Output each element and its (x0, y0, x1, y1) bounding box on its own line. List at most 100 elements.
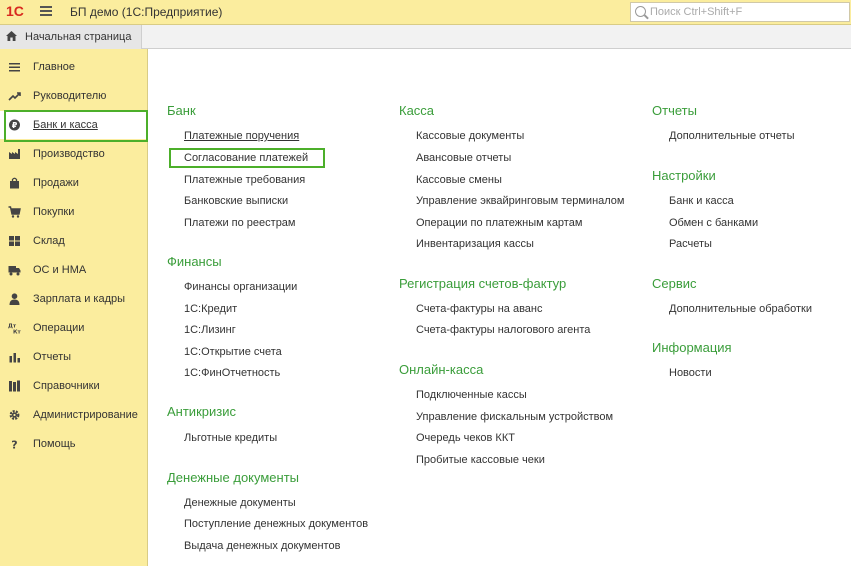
sidebar-item-administration[interactable]: Администрирование (0, 401, 148, 429)
link-bank-exchange[interactable]: Обмен с банками (669, 217, 758, 229)
section-title-cash: Касса (399, 103, 435, 118)
sidebar-item-label: Производство (33, 148, 105, 160)
home-icon (6, 31, 17, 41)
link-cash-docs[interactable]: Кассовые документы (416, 130, 524, 142)
sidebar-item-bank-cash[interactable]: ₽ Банк и касса (0, 111, 148, 139)
question-icon: ? (11, 439, 17, 451)
link-cash-inventory[interactable]: Инвентаризация кассы (416, 238, 534, 250)
search-box[interactable] (630, 2, 850, 22)
link-additional-processing[interactable]: Дополнительные обработки (669, 303, 812, 315)
section-title-settings: Настройки (652, 168, 716, 183)
sidebar-item-help[interactable]: ? Помощь (0, 430, 148, 458)
sidebar-item-label: Справочники (33, 380, 100, 392)
sidebar-item-warehouse[interactable]: Склад (0, 227, 148, 255)
factory-icon (9, 149, 20, 159)
gear-icon (9, 410, 20, 420)
link-acquiring-terminal[interactable]: Управление эквайринговым терминалом (416, 195, 624, 207)
svg-text:Кт: Кт (13, 330, 21, 335)
cart-icon (8, 206, 21, 218)
sidebar-item-label: Отчеты (33, 351, 72, 363)
link-card-operations[interactable]: Операции по платежным картам (416, 217, 582, 229)
link-cash-shifts[interactable]: Кассовые смены (416, 174, 502, 186)
sidebar-item-label: Главное (33, 61, 76, 73)
section-title-service: Сервис (652, 276, 697, 291)
sidebar-item-label: Помощь (33, 438, 76, 450)
bag-icon (10, 177, 19, 189)
link-registry-payments[interactable]: Платежи по реестрам (184, 217, 296, 229)
top-bar: 1С БП демо (1С:Предприятие) (0, 0, 851, 25)
dt-kt-icon: ДтКт (8, 324, 21, 335)
sidebar-item-main[interactable]: Главное (0, 53, 148, 81)
link-preferential-loans[interactable]: Льготные кредиты (184, 432, 277, 444)
person-icon (9, 293, 20, 305)
sidebar-item-label: Банк и касса (33, 119, 98, 131)
ruble-coin-icon: ₽ (9, 119, 20, 131)
truck-icon (8, 266, 21, 276)
svg-text:?: ? (11, 439, 17, 451)
link-org-finance[interactable]: Финансы организации (184, 281, 297, 293)
link-connected-registers[interactable]: Подключенные кассы (416, 389, 527, 401)
link-additional-reports[interactable]: Дополнительные отчеты (669, 130, 794, 142)
sidebar-item-label: ОС и НМА (33, 264, 87, 276)
link-news[interactable]: Новости (669, 367, 712, 379)
sidebar-item-label: Администрирование (33, 409, 138, 421)
link-advance-invoices[interactable]: Счета-фактуры на аванс (416, 303, 543, 315)
sidebar: Главное Руководителю ₽ Банк и касса Прои… (0, 49, 148, 566)
link-1c-leasing[interactable]: 1С:Лизинг (184, 324, 236, 336)
link-payment-requests[interactable]: Платежные требования (184, 174, 305, 186)
link-1c-credit[interactable]: 1С:Кредит (184, 303, 237, 315)
section-title-bank: Банк (167, 103, 196, 118)
sidebar-item-label: Зарплата и кадры (33, 293, 126, 305)
link-1c-account-opening[interactable]: 1С:Открытие счета (184, 346, 282, 358)
link-bank-statements[interactable]: Банковские выписки (184, 195, 288, 207)
sidebar-item-label: Покупки (33, 206, 75, 218)
section-title-info: Информация (652, 340, 732, 355)
books-icon (9, 380, 20, 392)
trend-icon (8, 92, 21, 101)
main-menu-icon[interactable] (40, 6, 52, 17)
section-title-online-cash: Онлайн-касса (399, 362, 484, 377)
link-printed-receipts[interactable]: Пробитые кассовые чеки (416, 454, 545, 466)
tab-bar: Начальная страница (0, 25, 851, 49)
link-settlements[interactable]: Расчеты (669, 238, 712, 250)
sidebar-item-label: Продажи (33, 177, 79, 189)
tab-home-label: Начальная страница (25, 31, 132, 43)
link-payment-orders[interactable]: Платежные поручения (184, 130, 299, 142)
sidebar-item-reports[interactable]: Отчеты (0, 343, 148, 371)
link-money-docs[interactable]: Денежные документы (184, 497, 296, 509)
sidebar-item-fixed-assets[interactable]: ОС и НМА (0, 256, 148, 284)
link-advance-reports[interactable]: Авансовые отчеты (416, 152, 511, 164)
sidebar-item-production[interactable]: Производство (0, 140, 148, 168)
search-icon (635, 6, 646, 17)
grid-icon (9, 236, 20, 246)
link-kkt-queue[interactable]: Очередь чеков ККТ (416, 432, 515, 444)
sidebar-item-purchases[interactable]: Покупки (0, 198, 148, 226)
section-title-anticrisis: Антикризис (167, 404, 236, 419)
sidebar-item-label: Операции (33, 322, 85, 334)
app-title: БП демо (1С:Предприятие) (70, 5, 223, 19)
link-tax-agent-invoices[interactable]: Счета-фактуры налогового агента (416, 324, 590, 336)
sidebar-item-label: Склад (33, 235, 65, 247)
section-title-money-docs: Денежные документы (167, 470, 300, 485)
link-money-docs-issue[interactable]: Выдача денежных документов (184, 540, 340, 552)
sidebar-item-salary[interactable]: Зарплата и кадры (0, 285, 148, 313)
app-logo[interactable]: 1С (6, 3, 24, 19)
svg-text:₽: ₽ (12, 121, 18, 130)
search-input[interactable] (650, 4, 845, 19)
link-fiscal-device[interactable]: Управление фискальным устройством (416, 411, 613, 423)
link-1c-fin-reporting[interactable]: 1С:ФинОтчетность (184, 367, 280, 379)
sidebar-item-director[interactable]: Руководителю (0, 82, 148, 110)
hamburger-icon (9, 63, 20, 72)
sidebar-item-catalogs[interactable]: Справочники (0, 372, 148, 400)
sidebar-item-sales[interactable]: Продажи (0, 169, 148, 197)
link-settings-bank-cash[interactable]: Банк и касса (669, 195, 734, 207)
sidebar-item-label: Руководителю (33, 90, 107, 102)
section-title-invoices: Регистрация счетов-фактур (399, 276, 567, 291)
section-title-finance: Финансы (167, 254, 222, 269)
section-title-reports: Отчеты (652, 103, 697, 118)
sidebar-item-operations[interactable]: Дт Кт Операции (0, 314, 148, 342)
tab-home[interactable]: Начальная страница (0, 25, 142, 49)
link-payment-approval[interactable]: Согласование платежей (184, 152, 308, 164)
bar-chart-icon (9, 353, 20, 363)
link-money-docs-receipt[interactable]: Поступление денежных документов (184, 518, 368, 530)
